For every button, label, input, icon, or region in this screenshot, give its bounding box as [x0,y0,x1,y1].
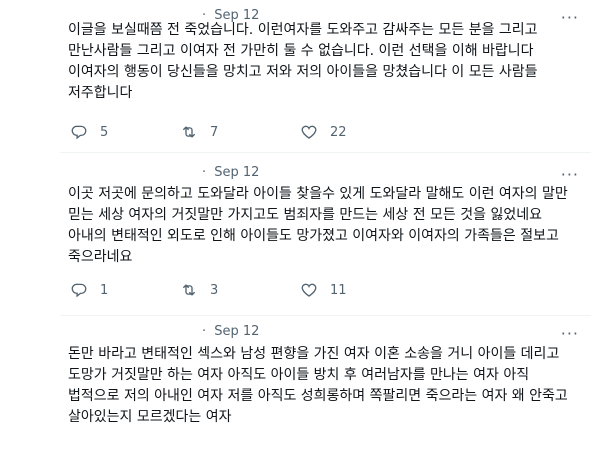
reply-button[interactable]: 1 [70,281,108,299]
tweet-date[interactable]: Sep 12 [214,165,259,180]
tweet-meta: · Sep 12 [202,165,259,180]
like-count: 11 [330,282,347,298]
tweet-date[interactable]: Sep 12 [214,324,259,339]
like-count: 22 [330,124,347,140]
retweet-button[interactable]: 3 [180,281,218,299]
tweet-actions: 1 3 11 [68,280,388,300]
tweet-text: 돈만 바라고 변태적인 섹스와 남성 편향을 가진 여자 이혼 소송을 거니 아… [68,346,568,425]
retweet-icon [180,281,198,299]
tweet-actions: 5 7 22 [68,122,388,142]
retweet-count: 3 [210,282,219,298]
more-horizontal-icon[interactable]: ··· [561,167,579,183]
tweet-2[interactable]: · Sep 12 ··· 이곳 저곳에 문의하고 도와달라 아이들 찾을수 있게… [60,153,591,313]
tweet-3[interactable]: · Sep 12 ··· 돈만 바라고 변태적인 섹스와 남성 편향을 가진 여… [60,316,591,473]
retweet-icon [180,123,198,141]
like-button[interactable]: 22 [300,123,347,141]
tweet-text: 이곳 저곳에 문의하고 도와달라 아이들 찾을수 있게 도와달라 말해도 이런 … [68,186,568,265]
more-horizontal-icon[interactable]: ··· [561,326,579,342]
tweet-1[interactable]: · Sep 12 ··· 이글을 보실때쯤 전 죽었습니다. 이런여자를 도와주… [60,0,591,150]
reply-count: 1 [100,282,109,298]
separator-dot: · [202,324,207,339]
like-button[interactable]: 11 [300,281,347,299]
tweet-meta: · Sep 12 [202,324,259,339]
separator-dot: · [202,165,207,180]
reply-button[interactable]: 5 [70,123,108,141]
reply-icon [70,123,88,141]
heart-icon [300,281,318,299]
retweet-count: 7 [210,124,219,140]
tweet-text: 이글을 보실때쯤 전 죽었습니다. 이런여자를 도와주고 감싸주는 모든 분을 … [68,22,538,101]
retweet-button[interactable]: 7 [180,123,218,141]
reply-icon [70,281,88,299]
heart-icon [300,123,318,141]
reply-count: 5 [100,124,109,140]
